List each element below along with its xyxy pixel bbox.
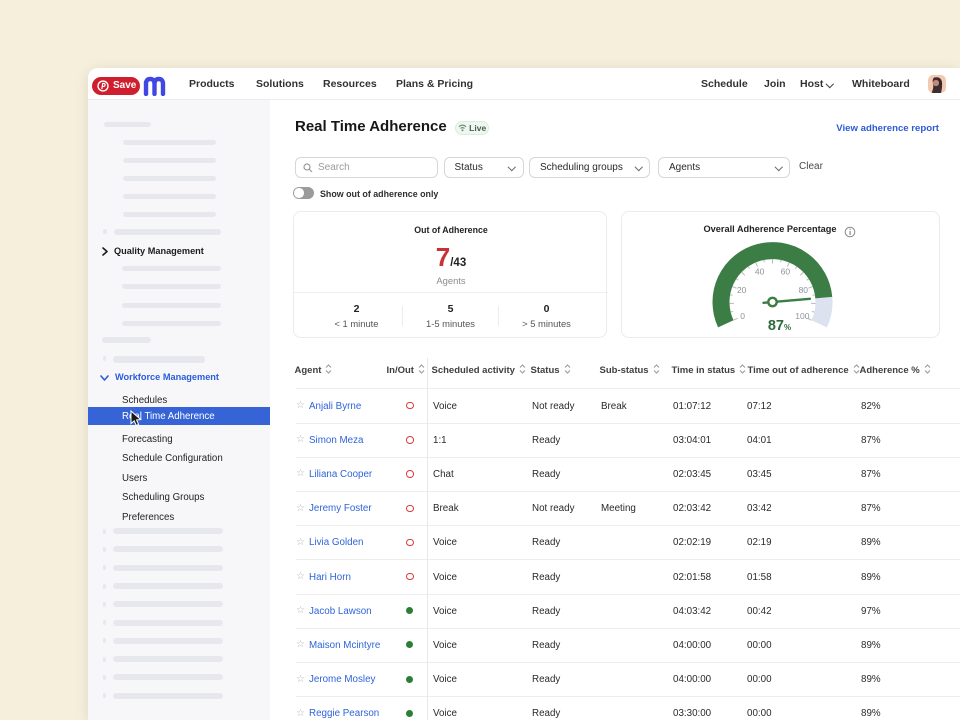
svg-text:20: 20 [737, 285, 747, 295]
svg-text:60: 60 [781, 267, 791, 277]
svg-text:40: 40 [755, 267, 765, 277]
svg-text:100: 100 [795, 311, 809, 321]
svg-text:80: 80 [799, 285, 809, 295]
svg-text:0: 0 [740, 311, 745, 321]
svg-text:87%: 87% [768, 318, 791, 334]
